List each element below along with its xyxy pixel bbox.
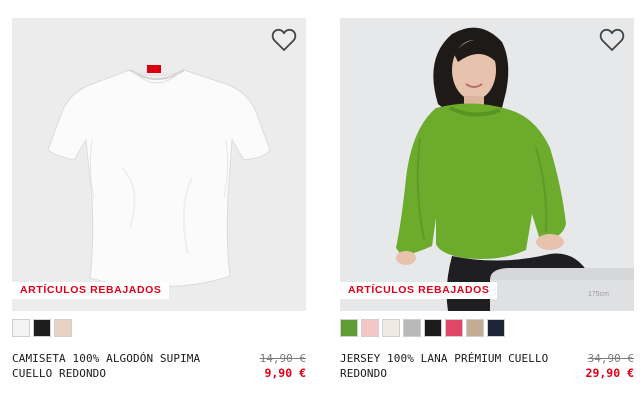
color-swatches <box>340 319 505 337</box>
heart-outline-icon <box>599 28 625 51</box>
color-swatch-white[interactable] <box>12 319 30 337</box>
price-block: 34,90 € 29,90 € <box>586 351 634 381</box>
color-swatch-black[interactable] <box>424 319 442 337</box>
favorite-button[interactable] <box>270 26 298 54</box>
color-swatch-beige[interactable] <box>54 319 72 337</box>
color-swatch-green[interactable] <box>340 319 358 337</box>
price-block: 14,90 € 9,90 € <box>260 351 306 381</box>
product-info: CAMISETA 100% ALGODÓN SUPIMA CUELLO REDO… <box>12 351 306 385</box>
product-info: JERSEY 100% LANA PRÉMIUM CUELLO REDONDO … <box>340 351 634 385</box>
product-image-tshirt[interactable]: ARTÍCULOS REBAJADOS <box>12 18 306 311</box>
white-tshirt-image <box>12 18 306 311</box>
green-sweater-model-image: 175cm <box>340 18 634 311</box>
color-swatch-gray[interactable] <box>403 319 421 337</box>
color-swatch-navy[interactable] <box>487 319 505 337</box>
sale-price: 29,90 € <box>585 366 634 380</box>
sale-badge: ARTÍCULOS REBAJADOS <box>12 282 169 299</box>
color-swatch-pink[interactable] <box>361 319 379 337</box>
product-card-tshirt[interactable]: ARTÍCULOS REBAJADOS CAMISETA 100% ALGODÓ… <box>12 18 306 398</box>
color-swatch-off-white[interactable] <box>382 319 400 337</box>
heart-outline-icon <box>271 28 297 51</box>
product-image-sweater[interactable]: 175cm ARTÍCULOS REBAJADOS <box>340 18 634 311</box>
model-height-caption: 175cm <box>588 291 609 298</box>
original-price: 34,90 € <box>587 352 634 365</box>
color-swatch-red[interactable] <box>445 319 463 337</box>
product-card-sweater[interactable]: 175cm ARTÍCULOS REBAJADOS JERSEY 100% LA… <box>340 18 634 398</box>
color-swatches <box>12 319 72 337</box>
sale-badge: ARTÍCULOS REBAJADOS <box>340 282 497 299</box>
color-swatch-black[interactable] <box>33 319 51 337</box>
product-grid: ARTÍCULOS REBAJADOS CAMISETA 100% ALGODÓ… <box>0 0 640 404</box>
product-name[interactable]: CAMISETA 100% ALGODÓN SUPIMA CUELLO REDO… <box>12 351 232 381</box>
color-swatch-beige[interactable] <box>466 319 484 337</box>
original-price: 14,90 € <box>259 352 306 365</box>
product-name[interactable]: JERSEY 100% LANA PRÉMIUM CUELLO REDONDO <box>340 351 560 381</box>
favorite-button[interactable] <box>598 26 626 54</box>
sale-price: 9,90 € <box>264 366 306 380</box>
